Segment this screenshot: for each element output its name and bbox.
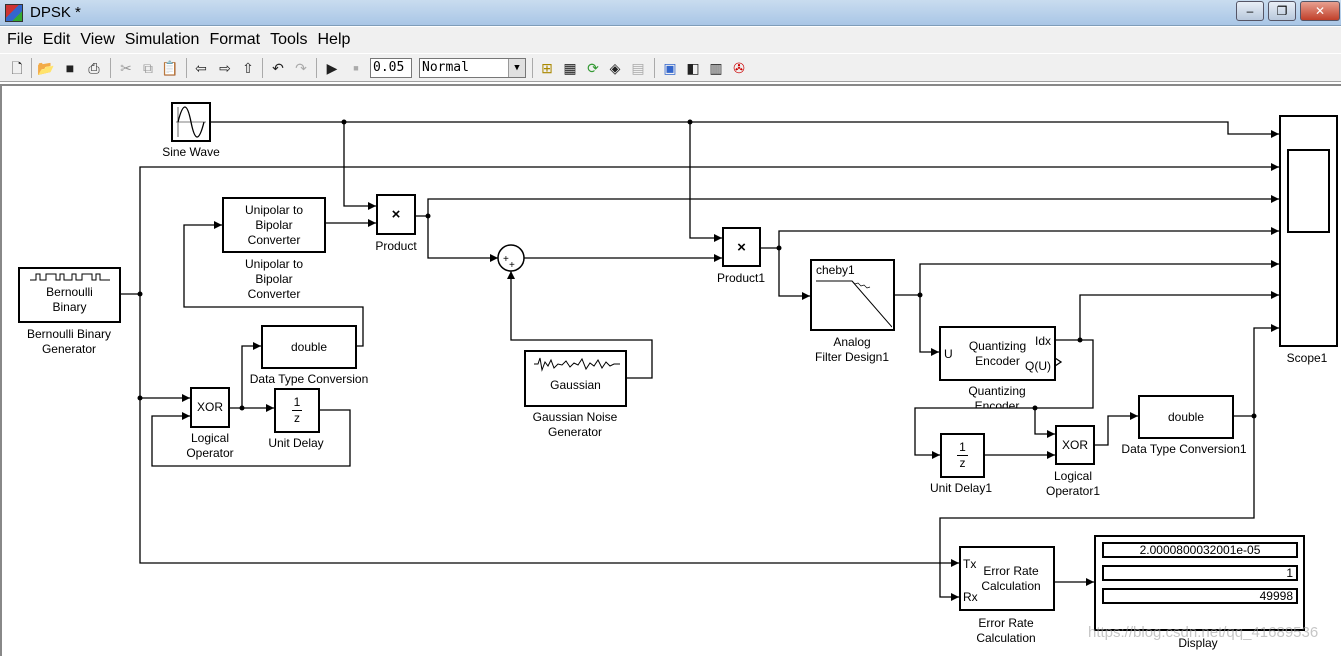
- block-label: Error Rate Calculation: [976, 616, 1036, 645]
- block-label: Analog Filter Design1: [814, 335, 890, 364]
- signal-line: [1034, 408, 1055, 438]
- scope-block[interactable]: [1279, 115, 1338, 347]
- binary-pulse-icon: [30, 273, 110, 281]
- product1-block[interactable]: ×: [722, 227, 761, 267]
- bernoulli-binary-block[interactable]: Bernoulli Binary: [18, 267, 121, 323]
- data-type-conversion-block[interactable]: double: [261, 325, 357, 369]
- block-text: Bernoulli Binary: [46, 285, 93, 314]
- port-label: Q(U): [1025, 359, 1051, 373]
- signal-line: [1233, 324, 1279, 417]
- block-label: Logical Operator1: [1045, 469, 1101, 498]
- signal-line: [139, 294, 190, 402]
- denominator: z: [294, 411, 300, 425]
- block-label: Product1: [716, 271, 766, 285]
- signal-line: [919, 295, 939, 356]
- block-label: Gaussian Noise Generator: [532, 410, 618, 439]
- block-label: Unipolar to Bipolar Converter: [244, 257, 304, 301]
- display-block[interactable]: 2.0000800032001e-05 1 49998: [1094, 535, 1305, 631]
- signal-line: [1094, 412, 1138, 446]
- signal-line: [415, 195, 1279, 217]
- block-text: Unipolar to Bipolar Converter: [244, 202, 304, 247]
- block-label: Scope1: [1286, 351, 1328, 365]
- logical-operator-block[interactable]: XOR: [190, 387, 230, 428]
- block-label: Logical Operator: [186, 431, 234, 460]
- svg-text:+: +: [509, 260, 515, 271]
- product-block[interactable]: ×: [376, 194, 416, 235]
- signal-line: [778, 248, 810, 300]
- block-label: Bernoulli Binary Generator: [26, 327, 112, 356]
- block-text: cheby1: [816, 263, 855, 277]
- block-text: Error Rate Calculation: [981, 563, 1041, 593]
- block-label: Data Type Conversion: [249, 372, 369, 386]
- block-label: Data Type Conversion1: [1121, 442, 1247, 456]
- signal-line: [760, 227, 1279, 249]
- data-type-conversion1-block[interactable]: double: [1138, 395, 1234, 439]
- display-value: 2.0000800032001e-05: [1102, 542, 1298, 558]
- block-text: Gaussian: [550, 378, 601, 392]
- signal-line: [1079, 291, 1279, 340]
- sine-wave-block[interactable]: [171, 102, 211, 142]
- signal-line: [210, 121, 1279, 138]
- multiply-icon: ×: [737, 238, 746, 256]
- signal-line: [427, 216, 498, 262]
- block-text: XOR: [196, 400, 223, 414]
- lowpass-response-icon: [816, 280, 892, 328]
- block-text: Quantizing Encoder: [968, 338, 1027, 368]
- watermark: https://blog.csdn.net/qq_41689536: [1088, 624, 1319, 641]
- signal-line: [343, 122, 376, 210]
- block-label: Quantizing Encoder: [968, 384, 1026, 408]
- block-text: XOR: [1061, 437, 1088, 452]
- port-label: Rx: [963, 590, 978, 604]
- block-text: double: [1167, 409, 1205, 424]
- logical-operator1-block[interactable]: XOR: [1055, 425, 1095, 465]
- multiply-icon: ×: [391, 206, 401, 223]
- port-label: Idx: [1034, 334, 1051, 348]
- block-label: Unit Delay: [268, 436, 324, 450]
- signal-line: [894, 260, 1279, 296]
- error-rate-calculation-block[interactable]: Tx Rx Error Rate Calculation: [959, 546, 1055, 611]
- numerator: 1: [957, 440, 968, 456]
- gaussian-noise-block[interactable]: Gaussian: [524, 350, 627, 407]
- scope-screen-icon: [1287, 149, 1330, 233]
- block-label: Product: [375, 239, 417, 253]
- numerator: 1: [291, 395, 303, 411]
- noise-icon: [534, 357, 620, 372]
- block-text: double: [290, 339, 328, 354]
- denominator: z: [959, 456, 966, 470]
- block-label: Sine Wave: [162, 145, 220, 159]
- unipolar-to-bipolar-block[interactable]: Unipolar to Bipolar Converter: [222, 197, 326, 253]
- port-label: U: [944, 347, 953, 361]
- display-value: 1: [1102, 565, 1298, 581]
- port-label: Tx: [963, 557, 977, 571]
- signal-line: [689, 122, 722, 242]
- analog-filter-block[interactable]: cheby1: [810, 259, 895, 331]
- block-label: Unit Delay1: [929, 481, 993, 495]
- quantizing-encoder-block[interactable]: U Quantizing Encoder Idx Q(U): [939, 326, 1056, 381]
- unit-delay-block[interactable]: 1z: [274, 388, 320, 433]
- display-value: 49998: [1102, 588, 1298, 604]
- unit-delay1-block[interactable]: 1z: [940, 433, 985, 478]
- sine-wave-icon: [176, 106, 206, 138]
